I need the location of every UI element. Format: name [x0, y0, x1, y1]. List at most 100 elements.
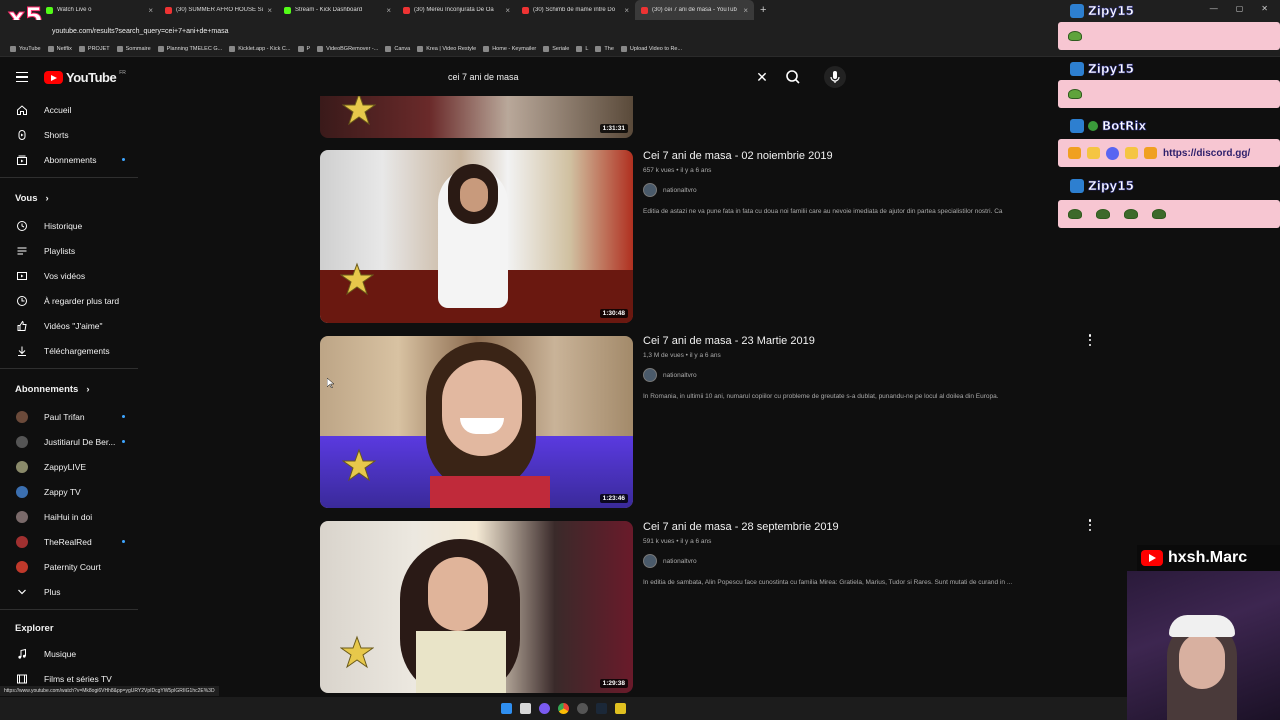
sidebar-item-downloads[interactable]: Téléchargements — [0, 338, 150, 363]
sidebar-item-subscription[interactable]: Justitiarul De Ber... — [0, 429, 150, 454]
channel-avatar — [643, 554, 657, 568]
browser-tab[interactable]: (30) Mereu Înconjurată De Oa × — [397, 0, 516, 20]
video-title[interactable]: Cei 7 ani de masa - 28 septembrie 2019 — [643, 521, 1083, 533]
obs-icon[interactable] — [577, 703, 588, 714]
app-icon[interactable] — [539, 703, 550, 714]
close-tab-icon[interactable]: × — [267, 6, 272, 15]
sidebar-item-watch-later[interactable]: À regarder plus tard — [0, 288, 150, 313]
more-actions-button[interactable] — [1085, 518, 1095, 532]
channel-link[interactable]: nationaltvro — [643, 183, 1083, 197]
sidebar-item-label: Shorts — [44, 129, 69, 140]
bookmark-favicon-icon — [78, 46, 85, 52]
browser-tab[interactable]: (30) SUMMER AFRO HOUSE Su × — [159, 0, 278, 20]
youtube-icon — [165, 6, 172, 14]
sidebar-item-subscription[interactable]: TheRealRed — [0, 529, 150, 554]
sidebar-item-abonnements[interactable]: Abonnements — [0, 147, 150, 172]
browser-tab[interactable]: Stream - Kick Dashboard × — [278, 0, 397, 20]
tab-title: Stream - Kick Dashboard — [295, 7, 363, 13]
sidebar-item-playlists[interactable]: Playlists — [0, 238, 150, 263]
sidebar-item-accueil[interactable]: Accueil — [0, 97, 150, 122]
clear-search-icon[interactable]: ✕ — [752, 69, 772, 86]
channel-link[interactable]: nationaltvro — [643, 554, 1083, 568]
minimize-icon[interactable]: — — [1210, 4, 1218, 13]
bookmark[interactable]: Home - Keymailer — [483, 46, 536, 52]
bookmark[interactable]: L — [576, 46, 588, 52]
search-input[interactable] — [438, 66, 752, 88]
sidebar-item-history[interactable]: Historique — [0, 213, 150, 238]
new-tab-button[interactable]: + — [760, 4, 766, 16]
screen: Watch Live o × (30) SUMMER AFRO HOUSE Su ×… — [0, 0, 1280, 720]
sidebar-item-label: Vidéos "J'aime" — [44, 320, 103, 331]
channel-link[interactable]: nationaltvro — [643, 368, 1083, 382]
video-thumbnail[interactable]: 1:29:38 — [320, 521, 633, 693]
bookmark[interactable]: PROJET — [78, 46, 110, 52]
sidebar-item-more[interactable]: Plus — [0, 579, 150, 604]
windows-start-icon[interactable] — [501, 703, 512, 714]
bookmark[interactable]: Seriale — [543, 46, 569, 52]
sidebar-item-subscription[interactable]: Zappy TV — [0, 479, 150, 504]
microphone-icon — [830, 71, 840, 83]
bookmark[interactable]: YouTube — [10, 46, 41, 52]
bookmark[interactable]: Planning TMELEC G... — [157, 46, 222, 52]
sidebar-section-subscriptions[interactable]: Abonnements › — [0, 374, 150, 404]
sidebar-item-shorts[interactable]: Shorts — [0, 122, 150, 147]
search-button[interactable] — [782, 66, 804, 88]
show-logo-star-icon — [342, 448, 376, 482]
bookmark[interactable]: Upload Video to Re... — [620, 46, 682, 52]
bookmark[interactable]: Kicklet.app - Kick C... — [229, 46, 291, 52]
menu-icon[interactable] — [16, 72, 28, 82]
divider — [0, 368, 138, 369]
chat-link-text[interactable]: https://discord.gg/ — [1163, 148, 1250, 159]
close-tab-icon[interactable]: × — [743, 6, 748, 15]
verified-bot-icon — [1088, 121, 1098, 131]
bookmark[interactable]: Krea | Video Restyle — [417, 46, 476, 52]
video-info: Cei 7 ani de masa - 02 noiembrie 2019 65… — [643, 150, 1083, 215]
divider — [0, 609, 138, 610]
video-title[interactable]: Cei 7 ani de masa - 02 noiembrie 2019 — [643, 150, 1083, 162]
kick-icon — [284, 6, 291, 14]
video-thumbnail[interactable]: 1:23:46 — [320, 336, 633, 508]
bookmark-label: Kicklet.app - Kick C... — [238, 46, 291, 52]
voice-search-button[interactable] — [824, 66, 846, 88]
youtube-logo[interactable]: YouTube FR — [44, 70, 126, 85]
browser-tab[interactable]: Watch Live o × — [40, 0, 159, 20]
close-tab-icon[interactable]: × — [386, 6, 391, 15]
bookmark[interactable]: P — [297, 46, 310, 52]
sidebar-item-liked[interactable]: Vidéos "J'aime" — [0, 313, 150, 338]
video-thumbnail[interactable]: 1:31:31 — [320, 96, 633, 138]
liked-icon — [16, 320, 28, 332]
sidebar-item-subscription[interactable]: ZappyLIVE — [0, 454, 150, 479]
sidebar-item-label: HaiHui in doi — [44, 511, 93, 522]
browser-tab-active[interactable]: (30) cei 7 ani de masa - YouTub × — [635, 0, 754, 20]
sidebar-item-label: Justitiarul De Ber... — [44, 436, 116, 447]
bookmark[interactable]: Canva — [385, 46, 410, 52]
sidebar-item-subscription[interactable]: HaiHui in doi — [0, 504, 150, 529]
close-tab-icon[interactable]: × — [505, 6, 510, 15]
bookmark[interactable]: VideoBGRemover -... — [317, 46, 378, 52]
chrome-icon[interactable] — [558, 703, 569, 714]
steam-icon[interactable] — [596, 703, 607, 714]
sidebar-section-you[interactable]: Vous › — [0, 183, 150, 213]
tab-title: (30) SUMMER AFRO HOUSE Su — [176, 7, 264, 13]
app-icon[interactable] — [615, 703, 626, 714]
bookmark[interactable]: Sommaire — [116, 46, 151, 52]
mouse-cursor-icon — [327, 378, 335, 388]
bookmark[interactable]: Netflix — [47, 46, 72, 52]
file-explorer-icon[interactable] — [520, 703, 531, 714]
sidebar-item-musique[interactable]: Musique — [0, 641, 150, 666]
close-tab-icon[interactable]: × — [624, 6, 629, 15]
sidebar-item-subscription[interactable]: Paul Trifan — [0, 404, 150, 429]
video-title[interactable]: Cei 7 ani de masa - 23 Martie 2019 — [643, 335, 1083, 347]
sparkle-emote-icon — [1087, 147, 1100, 159]
browser-tab[interactable]: (30) Schimb de mame între Do × — [516, 0, 635, 20]
sidebar-item-your-videos[interactable]: Vos vidéos — [0, 263, 150, 288]
youtube-icon — [522, 6, 529, 14]
more-actions-button[interactable] — [1085, 333, 1095, 347]
maximize-icon[interactable]: ▢ — [1236, 4, 1244, 13]
video-thumbnail[interactable]: 1:30:48 — [320, 150, 633, 323]
close-tab-icon[interactable]: × — [148, 6, 153, 15]
close-window-icon[interactable]: ✕ — [1261, 4, 1268, 13]
sidebar-item-subscription[interactable]: Paternity Court — [0, 554, 150, 579]
bookmark[interactable]: The — [595, 46, 614, 52]
bookmark-favicon-icon — [157, 46, 164, 52]
